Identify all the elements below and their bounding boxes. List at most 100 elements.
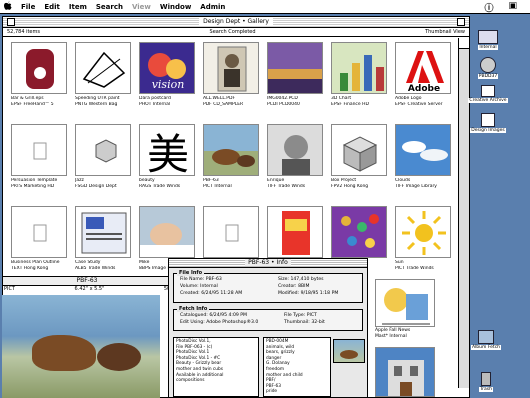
desktop-icon-trash[interactable]: Trash [466,372,506,392]
close-box[interactable] [7,18,15,26]
thumbnail-type: TIFF [395,184,405,189]
desktop-icon-label: Design Images [470,128,506,133]
thumbnail-source: Hong Kong [23,266,49,271]
folder-icon [478,330,494,344]
description-field[interactable]: PhotoDisc Vol.1, File PBF-063 - (c) Phot… [173,337,259,397]
thumbnail-item[interactable]: Box Project FPV2 Hong Kong [327,120,389,200]
thumbnail-meta: TIFF Image Library [395,184,465,189]
thumbnail-source: Design Dept [88,184,117,189]
thumbnail-item[interactable]: Sun PICT Trade Winds [391,202,453,282]
thumbnail-type: PDF [203,102,212,107]
file-type-value: PICT [306,313,317,318]
apple-menu-icon[interactable] [4,1,12,12]
desktop-icon-creative-archive[interactable]: Creative Archive [468,85,508,103]
thumbnail-source: CD_SAMPLER [213,102,244,107]
menu-admin[interactable]: Admin [200,3,225,11]
thumbnail-type: EPSF [11,102,23,107]
desktop-icon-pbdd37[interactable]: PBDD37 [468,57,508,79]
thumbnail-source: Trade Winds [152,184,181,189]
thumbnail-source: FreeHand™ 5 [23,102,54,107]
thumbnail-image [331,206,387,258]
bear-shape [340,350,358,359]
thumbnail-item[interactable]: Clouds TIFF Image Library [391,120,453,200]
thumbnail-type: PICT [203,184,213,189]
help-icon[interactable]: ⓘ [484,1,493,14]
menu-search[interactable]: Search [96,3,123,11]
bear-shape [32,335,96,371]
thumbnail-image [203,42,259,94]
thumbnail-source: Internal [214,184,232,189]
thumbnail-source: Hong Kong [343,184,369,189]
preview-type: PICT [4,286,16,292]
menu-edit[interactable]: Edit [44,3,60,11]
file-info-label: File Info [177,270,205,276]
thumbnail-item[interactable]: Bar & Grill.eps EPSF FreeHand™ 5 [7,38,69,118]
thumbnail-item[interactable]: vision Dara postcard PHOT Internal [135,38,197,118]
view-mode[interactable]: Thumbnail View [425,28,465,36]
edit-using-value: Adobe Photoshop®3.0 [206,320,259,325]
created-label: Created: [180,291,200,296]
desktop-icon-design-images[interactable]: Design Images [468,113,508,133]
cd-icon [480,57,496,73]
cartoon-thumbnail [376,280,434,326]
thumbnail-depth-value: 32-bit [311,320,325,325]
zoom-box[interactable] [457,18,465,26]
desktop-icon-album-fetch[interactable]: Album Fetch [466,330,506,350]
preview-image[interactable] [2,295,160,398]
thumbnail-image [75,124,131,176]
thumbnail-item[interactable]: Business Plan Outline TEXT Hong Kong [7,202,69,282]
thumbnail-image: vision [139,42,195,94]
network-icon [481,85,495,97]
thumbnail-type: PRTS [11,184,23,189]
thumbnail-item[interactable]: PBF-63 PICT Internal [199,120,261,200]
thumbnail-item[interactable]: Speeding UTR paint PNTG Western Bag [71,38,133,118]
keywords-field[interactable]: PBD-004M animals, wild bears, grizzly da… [263,337,331,397]
info-panel: PBF-63 • Info File Info File Name: PBF-6… [168,258,368,398]
thumbnail-name: Clouds [395,178,411,183]
menu-file[interactable]: File [21,3,35,11]
thumbnail-image [331,124,387,176]
info-titlebar[interactable]: PBF-63 • Info [169,259,367,268]
thumbnail-type: PNTG [75,102,88,107]
app-switcher-icon[interactable]: ▣ [508,1,517,14]
file-info-box: File Info File Name: PBF-63 Volume: Inte… [173,270,363,303]
thumbnail-apple-fall-news[interactable] [375,279,435,327]
thumbnail-item[interactable]: Adobe Adobe Logo EPSF Creative Server [391,38,453,118]
thumbnail-item[interactable]: 3D Chart EPSF Finance HD [327,38,389,118]
menu-bar: File Edit Item Search View Window Admin … [0,0,530,14]
menu-item[interactable]: Item [69,3,87,11]
thumbnail-source: Image Library [405,184,437,189]
thumbnail-item[interactable]: IMG0042.PCD PCDI PCD0040 [263,38,325,118]
desktop-icon-internal[interactable]: Internal [468,30,508,50]
thumbnail-image: Adobe [395,42,451,94]
thumbnail-item[interactable]: ALL.WELL.PDF PDF CD_SAMPLER [199,38,261,118]
thumbnail-source: PCD0040 [279,102,300,107]
window-titlebar[interactable]: Design Dept • Gallery [3,17,469,28]
item-count: 52,784 items [7,29,40,35]
thumbnail-type: PHOT [139,102,152,107]
search-status: Search Completed [209,29,256,35]
thumbnail-item[interactable]: Jazz FSGD Design Dept [71,120,133,200]
thumbnail-image [75,42,131,94]
thumbnail-source: Internal [152,102,171,107]
thumbnail-image [11,42,67,94]
menu-window[interactable]: Window [160,3,191,11]
thumbnail-image [267,42,323,94]
thumbnail-type: FPV2 [331,184,343,189]
thumbnail-building[interactable] [375,347,435,397]
hard-drive-icon [478,30,498,44]
thumbnail-item[interactable]: Case Study ALB5 Trade Winds [71,202,133,282]
thumbnail-depth-label: Thumbnail: [284,320,310,325]
thumbnail-source: Trade Winds [406,266,434,271]
thumbnail-art-text: 美 [146,129,189,176]
thumbnail-image [139,206,195,258]
info-thumbnail[interactable] [333,339,365,363]
thumbnail-item[interactable]: Persuasion Template PRTS Marketing HD [7,120,69,200]
file-name-label: File Name: [180,277,205,282]
menu-view: View [131,2,151,11]
thumbnail-item[interactable]: Enrique TIFF Trade Winds [263,120,325,200]
thumbnail-item[interactable]: 美 beauty RAGS Trade Winds [135,120,197,200]
thumbnail-source: Finance HD [343,102,369,107]
thumbnail-name: Sun [395,260,404,265]
volume-value: Internal [200,284,218,289]
